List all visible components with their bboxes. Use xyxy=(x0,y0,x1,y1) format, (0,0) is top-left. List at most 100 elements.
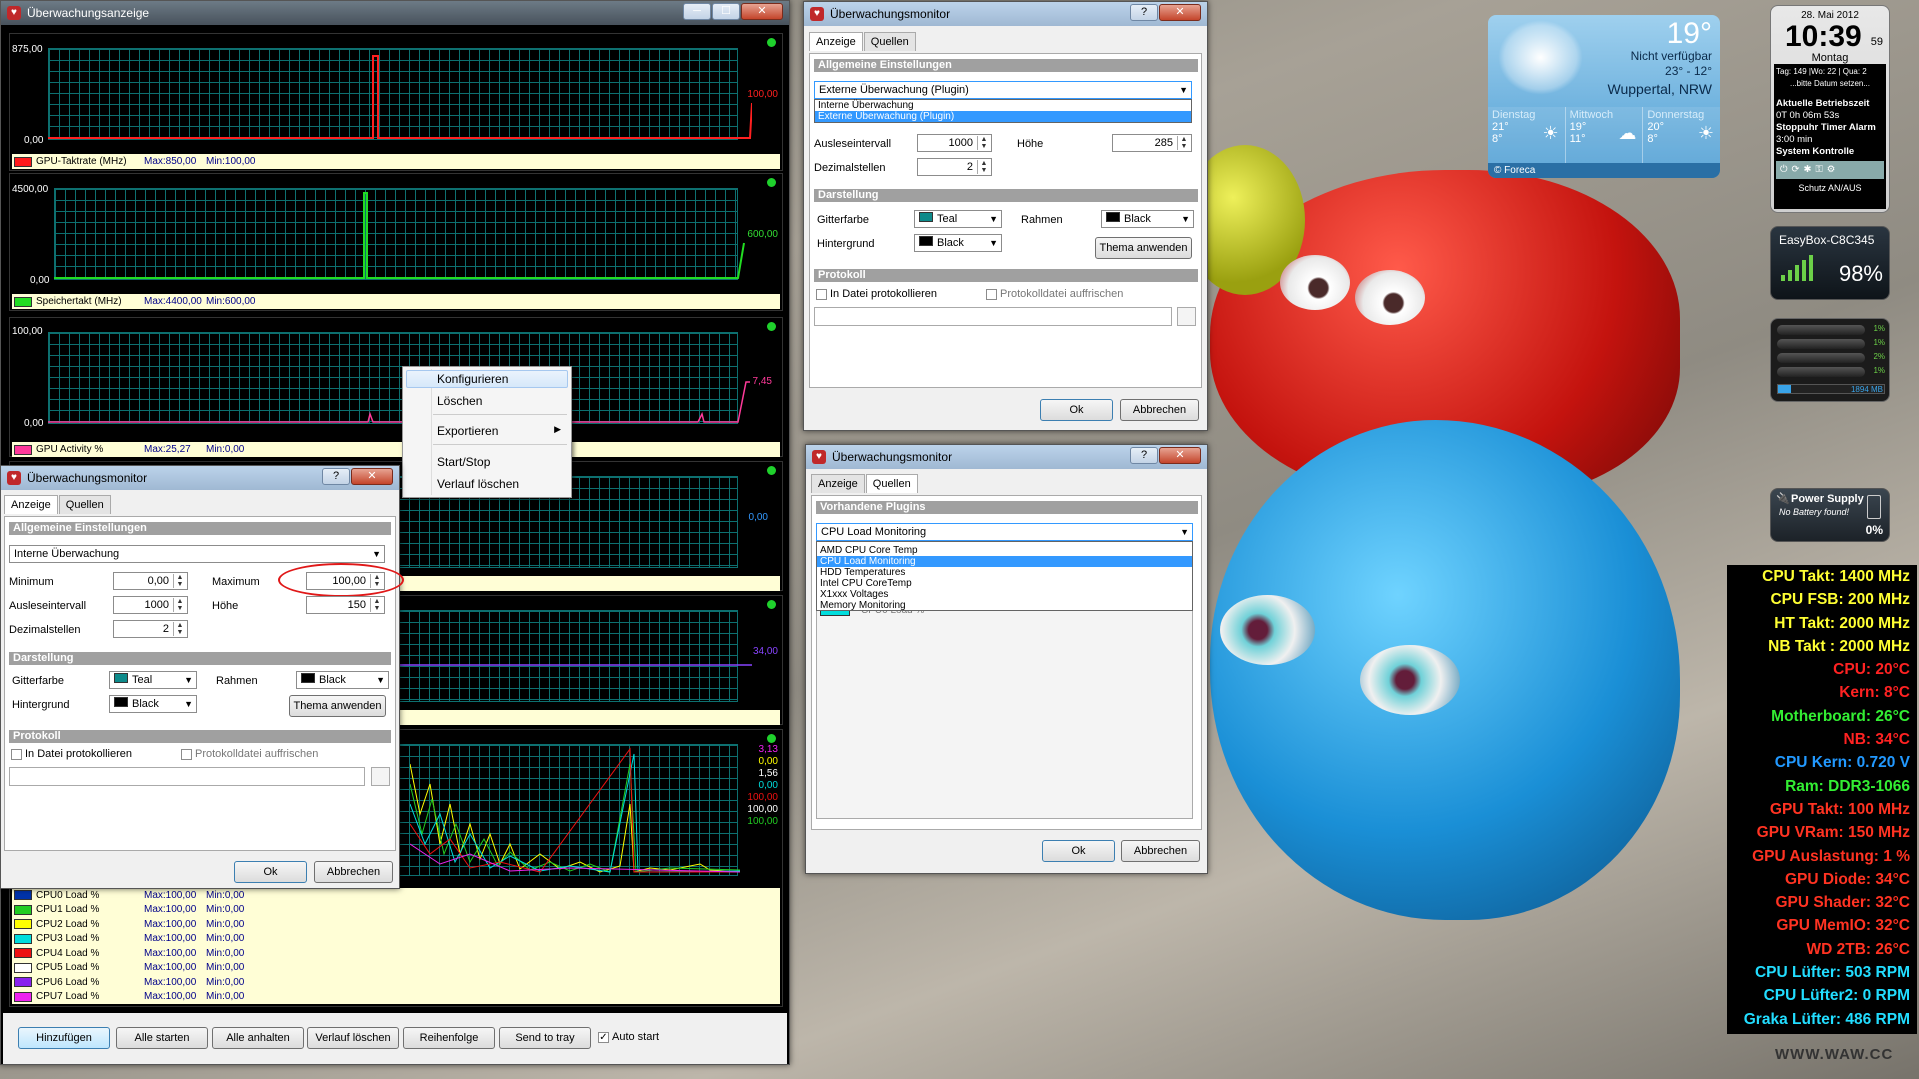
maximize-button[interactable]: ☐ xyxy=(712,3,740,20)
cpu-bar xyxy=(1777,367,1865,377)
decimals-field[interactable]: 2 ▲ ▼ xyxy=(917,158,992,176)
minimize-button[interactable]: ─ xyxy=(683,3,711,20)
height-field[interactable]: 285 ▲ ▼ xyxy=(1112,134,1192,152)
ok-button[interactable]: Ok xyxy=(1042,840,1115,862)
add-button[interactable]: Hinzufügen xyxy=(18,1027,110,1049)
tab-sources[interactable]: Quellen xyxy=(58,495,111,514)
send-to-tray-button[interactable]: Send to tray xyxy=(499,1027,591,1049)
help-button[interactable]: ? xyxy=(1130,447,1158,464)
browse-button[interactable] xyxy=(1177,307,1196,326)
plugin-select[interactable]: CPU Load Monitoring ▼ xyxy=(816,523,1193,541)
interval-field[interactable]: 1000 ▲ ▼ xyxy=(917,134,992,152)
height-field[interactable]: 150 ▲ ▼ xyxy=(306,596,385,614)
log-path-field[interactable] xyxy=(9,767,365,786)
spinner-icon[interactable]: ▲ ▼ xyxy=(370,598,383,612)
lock-icon[interactable]: ⚿ xyxy=(1815,164,1822,176)
close-button[interactable]: ✕ xyxy=(351,468,393,485)
refresh-log-checkbox[interactable]: Protokolldatei auffrischen xyxy=(986,288,1123,300)
apply-theme-button[interactable]: Thema anwenden xyxy=(289,695,386,717)
cancel-button[interactable]: Abbrechen xyxy=(314,861,393,883)
tab-display[interactable]: Anzeige xyxy=(809,32,863,51)
graph-panel-gpu-activity[interactable]: 100,00 0,00 7,45 GPU Activity % Max:25,2… xyxy=(9,317,783,457)
decimals-field[interactable]: 2 ▲ ▼ xyxy=(113,620,188,638)
log-to-file-checkbox[interactable]: In Datei protokollieren xyxy=(816,288,937,300)
order-button[interactable]: Reihenfolge xyxy=(403,1027,495,1049)
plugin-option-selected[interactable]: CPU Load Monitoring xyxy=(817,556,1192,567)
dialog-titlebar[interactable]: ♥ Überwachungsmonitor ? ✕ xyxy=(806,445,1207,469)
system-control-icons[interactable]: ⏻ ⟳ ✱ ⚿ ⚙ xyxy=(1776,161,1884,179)
clear-history-button[interactable]: Verlauf löschen xyxy=(307,1027,399,1049)
log-to-file-checkbox[interactable]: In Datei protokollieren xyxy=(11,748,132,760)
weather-provider[interactable]: © Foreca xyxy=(1488,163,1720,178)
decimals-label: Dezimalstellen xyxy=(9,624,81,636)
plugin-option[interactable]: HDD Temperatures xyxy=(817,567,1192,578)
refresh-log-checkbox[interactable]: Protokolldatei auffrischen xyxy=(181,748,318,760)
plugin-option[interactable]: X1xxx Voltages xyxy=(817,589,1192,600)
help-button[interactable]: ? xyxy=(1130,4,1158,21)
spinner-icon[interactable]: ▲ ▼ xyxy=(173,598,186,612)
mode-select[interactable]: Interne Überwachung ▼ xyxy=(9,545,385,563)
frame-color-select[interactable]: Black ▼ xyxy=(296,671,389,689)
start-all-button[interactable]: Alle starten xyxy=(116,1027,208,1049)
plugin-option[interactable]: Memory Monitoring xyxy=(817,600,1192,611)
cancel-button[interactable]: Abbrechen xyxy=(1121,840,1200,862)
apply-theme-button[interactable]: Thema anwenden xyxy=(1095,237,1192,259)
restart-icon[interactable]: ⟳ xyxy=(1792,164,1800,176)
weather-gadget[interactable]: 19° Nicht verfügbar 23° - 12° Wuppertal,… xyxy=(1488,15,1720,178)
dialog-titlebar[interactable]: ♥ Überwachungsmonitor ? ✕ xyxy=(804,2,1207,26)
protect-toggle[interactable]: Schutz AN/AUS xyxy=(1776,182,1884,194)
clock-gadget[interactable]: 28. Mai 2012 10:39 59 Montag Tag: 149 |W… xyxy=(1770,5,1890,213)
ok-button[interactable]: Ok xyxy=(234,861,307,883)
plugin-option[interactable]: AMD CPU Core Temp xyxy=(817,545,1192,556)
power-supply-gadget[interactable]: 🔌 Power Supply No Battery found! 0% xyxy=(1770,488,1890,542)
log-path-field[interactable] xyxy=(814,307,1172,326)
close-button[interactable]: ✕ xyxy=(741,3,783,20)
help-button[interactable]: ? xyxy=(322,468,350,485)
spinner-icon[interactable]: ▲ ▼ xyxy=(1177,136,1190,150)
cpu-meter-gadget[interactable]: 1% 1% 2% 1% 1894 MB xyxy=(1770,318,1890,402)
menu-item-configure[interactable]: Konfigurieren xyxy=(437,372,508,386)
close-button[interactable]: ✕ xyxy=(1159,447,1201,464)
autostart-checkbox[interactable]: ✓ Auto start xyxy=(598,1031,659,1043)
mode-option[interactable]: Interne Überwachung xyxy=(815,100,1191,111)
interval-field[interactable]: 1000 ▲ ▼ xyxy=(113,596,188,614)
frame-color-select[interactable]: Black ▼ xyxy=(1101,210,1194,228)
close-button[interactable]: ✕ xyxy=(1159,4,1201,21)
graph-panel-gpu-clock[interactable]: 875,00 0,00 100,00 GPU-Taktrate (MHz) Ma… xyxy=(9,33,783,171)
legend-row: CPU4 Load % Max:100,00 Min:0,00 xyxy=(12,946,780,961)
mode-select[interactable]: Externe Überwachung (Plugin) ▼ xyxy=(814,81,1192,99)
stop-all-button[interactable]: Alle anhalten xyxy=(212,1027,304,1049)
tab-display[interactable]: Anzeige xyxy=(4,495,58,514)
plugin-option[interactable]: Intel CPU CoreTemp xyxy=(817,578,1192,589)
browse-button[interactable] xyxy=(371,767,390,786)
menu-item-start-stop[interactable]: Start/Stop xyxy=(437,455,490,469)
minimum-field[interactable]: 0,00 ▲ ▼ xyxy=(113,572,188,590)
logoff-icon[interactable]: ✱ xyxy=(1803,164,1811,176)
tab-sources[interactable]: Quellen xyxy=(863,32,916,51)
dialog-titlebar[interactable]: ♥ Überwachungsmonitor ? ✕ xyxy=(1,466,399,490)
background-color-select[interactable]: Black ▼ xyxy=(109,695,197,713)
spinner-icon[interactable]: ▲ ▼ xyxy=(977,136,990,150)
menu-item-clear-history[interactable]: Verlauf löschen xyxy=(437,477,519,491)
spinner-icon[interactable]: ▲ ▼ xyxy=(173,574,186,588)
tab-display[interactable]: Anzeige xyxy=(811,474,865,493)
menu-item-export[interactable]: Exportieren xyxy=(437,424,498,438)
grid-color-select[interactable]: Teal ▼ xyxy=(109,671,197,689)
spinner-icon[interactable]: ▲ ▼ xyxy=(977,160,990,174)
forecast-day-name: Donnerstag xyxy=(1647,109,1705,121)
chevron-down-icon: ▼ xyxy=(989,214,998,224)
ok-button[interactable]: Ok xyxy=(1040,399,1113,421)
menu-item-delete[interactable]: Löschen xyxy=(437,394,482,408)
mode-option-selected[interactable]: Externe Überwachung (Plugin) xyxy=(815,111,1191,122)
legend-swatch xyxy=(14,933,32,944)
cancel-button[interactable]: Abbrechen xyxy=(1120,399,1199,421)
power-icon[interactable]: ⏻ xyxy=(1780,164,1788,176)
background-color-select[interactable]: Black ▼ xyxy=(914,234,1002,252)
tools-icon[interactable]: ⚙ xyxy=(1827,164,1836,176)
grid-color-select[interactable]: Teal ▼ xyxy=(914,210,1002,228)
wifi-gadget[interactable]: EasyBox-C8C345 98% xyxy=(1770,226,1890,300)
spinner-icon[interactable]: ▲ ▼ xyxy=(173,622,186,636)
tab-sources[interactable]: Quellen xyxy=(865,474,918,493)
graph-panel-memory-clock[interactable]: 4500,00 0,00 600,00 Speichertakt (MHz) M… xyxy=(9,173,783,311)
window-titlebar[interactable]: ♥ Überwachungsanzeige ─ ☐ ✕ xyxy=(1,1,789,25)
